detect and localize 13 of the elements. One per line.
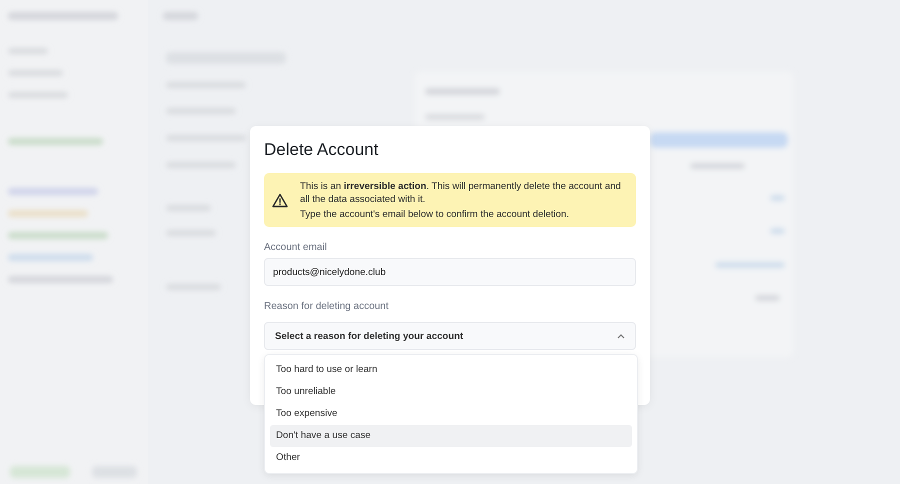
alert-text: This is an irreversible action. This will permanently delete the account and all the data associated with it. [300,180,622,206]
reason-dropdown[interactable]: Select a reason for deleting your account [264,322,636,350]
dropdown-option[interactable]: Don't have a use case [270,425,632,447]
dropdown-option[interactable]: Too expensive [270,403,632,425]
dialog-title: Delete Account [264,139,380,161]
email-input-field[interactable]: products@nicelydone.club [264,258,636,286]
dropdown-option[interactable]: Too hard to use or learn [270,359,632,381]
alert-text: Type the account's email below to confirm the account deletion. [300,208,570,221]
field-label: Account email [264,242,328,253]
dropdown-option[interactable]: Too unreliable [270,381,632,403]
warning-icon [272,193,288,208]
field-label: Reason for deleting account [264,301,390,312]
dropdown-option[interactable]: Other [270,447,632,469]
